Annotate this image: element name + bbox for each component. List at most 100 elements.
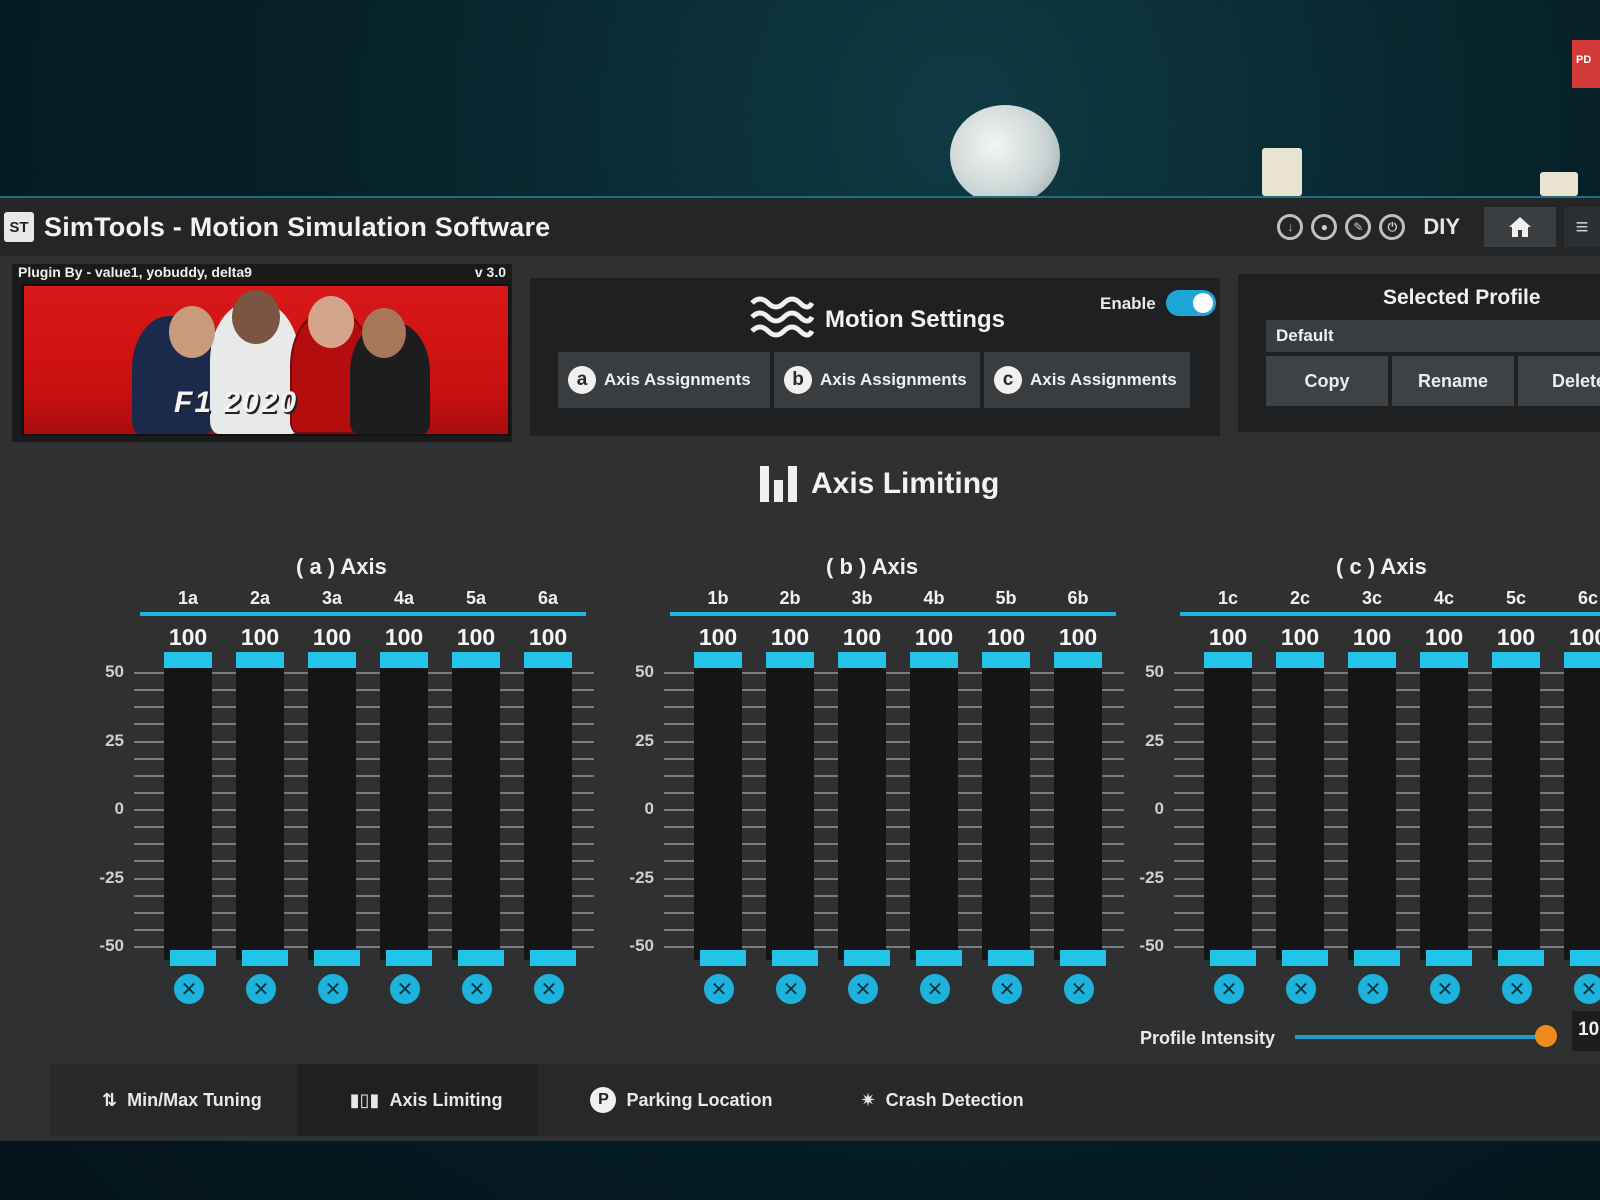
axis-limit-bar[interactable] [1348, 658, 1396, 960]
download-icon[interactable]: ↓ [1277, 214, 1304, 240]
axis-limit-min-handle[interactable] [242, 950, 288, 966]
axis-limit-max-handle[interactable] [1204, 652, 1252, 668]
profile-select[interactable]: Default [1266, 320, 1600, 352]
axis-limit-max-handle[interactable] [164, 652, 212, 668]
reset-axis-icon[interactable]: ✕ [1214, 974, 1244, 1004]
axis-limit-bar[interactable] [236, 658, 284, 960]
desktop-file-icon[interactable] [1262, 148, 1302, 196]
reset-axis-icon[interactable]: ✕ [462, 974, 492, 1004]
axis-limit-bar[interactable] [1054, 658, 1102, 960]
axis-limit-value[interactable]: 100 [970, 624, 1042, 651]
axis-limit-bar[interactable] [164, 658, 212, 960]
desktop-folder-icon[interactable] [1540, 172, 1578, 196]
axis-limit-value[interactable]: 100 [1408, 624, 1480, 651]
axis-limit-value[interactable]: 100 [826, 624, 898, 651]
axis-limit-min-handle[interactable] [1426, 950, 1472, 966]
axis-limit-value[interactable]: 100 [754, 624, 826, 651]
axis-limit-min-handle[interactable] [700, 950, 746, 966]
axis-limit-min-handle[interactable] [386, 950, 432, 966]
reset-axis-icon[interactable]: ✕ [1286, 974, 1316, 1004]
axis-limit-min-handle[interactable] [458, 950, 504, 966]
axis-limit-bar[interactable] [1564, 658, 1600, 960]
axis-limit-bar[interactable] [308, 658, 356, 960]
axis-limit-min-handle[interactable] [772, 950, 818, 966]
reset-axis-icon[interactable]: ✕ [848, 974, 878, 1004]
axis-limit-value[interactable]: 100 [296, 624, 368, 651]
axis-limit-value[interactable]: 100 [1552, 624, 1600, 651]
axis-limit-min-handle[interactable] [530, 950, 576, 966]
axis-limit-value[interactable]: 100 [1480, 624, 1552, 651]
axis-limit-max-handle[interactable] [1276, 652, 1324, 668]
profile-intensity-slider[interactable] [1295, 1035, 1545, 1039]
axis-limit-min-handle[interactable] [988, 950, 1034, 966]
axis-limit-value[interactable]: 100 [1042, 624, 1114, 651]
axis-limit-min-handle[interactable] [844, 950, 890, 966]
axis-limit-bar[interactable] [1276, 658, 1324, 960]
reset-axis-icon[interactable]: ✕ [318, 974, 348, 1004]
axis-limit-bar[interactable] [838, 658, 886, 960]
reset-axis-icon[interactable]: ✕ [246, 974, 276, 1004]
axis-limit-bar[interactable] [910, 658, 958, 960]
reset-axis-icon[interactable]: ✕ [174, 974, 204, 1004]
reset-axis-icon[interactable]: ✕ [992, 974, 1022, 1004]
axis-limit-max-handle[interactable] [982, 652, 1030, 668]
axis-limit-value[interactable]: 100 [152, 624, 224, 651]
tab-axis-limiting[interactable]: ▮▯▮ Axis Limiting [297, 1064, 539, 1136]
tab-parking-location[interactable]: P Parking Location [538, 1064, 808, 1136]
reset-axis-icon[interactable]: ✕ [1430, 974, 1460, 1004]
power-icon[interactable]: ⏻ [1379, 214, 1406, 240]
reset-axis-icon[interactable]: ✕ [390, 974, 420, 1004]
axis-limit-min-handle[interactable] [1282, 950, 1328, 966]
axis-assignments-c-button[interactable]: c Axis Assignments [984, 352, 1190, 408]
axis-limit-max-handle[interactable] [766, 652, 814, 668]
axis-limit-value[interactable]: 100 [440, 624, 512, 651]
axis-limit-value[interactable]: 100 [1264, 624, 1336, 651]
axis-limit-value[interactable]: 100 [1192, 624, 1264, 651]
axis-limit-max-handle[interactable] [1492, 652, 1540, 668]
axis-limit-min-handle[interactable] [1570, 950, 1600, 966]
tab-crash-detection[interactable]: ✷ Crash Detection [809, 1064, 1060, 1136]
axis-limit-max-handle[interactable] [452, 652, 500, 668]
reset-axis-icon[interactable]: ✕ [1574, 974, 1600, 1004]
copy-profile-button[interactable]: Copy [1266, 356, 1388, 406]
tab-min-max-tuning[interactable]: ⇅ Min/Max Tuning [50, 1064, 298, 1136]
axis-limit-max-handle[interactable] [910, 652, 958, 668]
axis-limit-bar[interactable] [524, 658, 572, 960]
axis-limit-value[interactable]: 100 [512, 624, 584, 651]
reset-axis-icon[interactable]: ✕ [1358, 974, 1388, 1004]
axis-limit-bar[interactable] [452, 658, 500, 960]
axis-limit-bar[interactable] [694, 658, 742, 960]
home-button[interactable] [1484, 207, 1556, 247]
axis-limit-max-handle[interactable] [1348, 652, 1396, 668]
axis-limit-max-handle[interactable] [380, 652, 428, 668]
edit-icon[interactable]: ✎ [1345, 214, 1372, 240]
axis-limit-value[interactable]: 100 [368, 624, 440, 651]
axis-assignments-b-button[interactable]: b Axis Assignments [774, 352, 980, 408]
profile-intensity-value[interactable]: 10 [1572, 1011, 1600, 1051]
axis-limit-min-handle[interactable] [1498, 950, 1544, 966]
reset-axis-icon[interactable]: ✕ [1064, 974, 1094, 1004]
axis-limit-bar[interactable] [380, 658, 428, 960]
desktop-pdf-icon[interactable]: PD [1572, 40, 1600, 88]
axis-limit-min-handle[interactable] [1354, 950, 1400, 966]
reset-axis-icon[interactable]: ✕ [1502, 974, 1532, 1004]
axis-limit-max-handle[interactable] [838, 652, 886, 668]
axis-limit-value[interactable]: 100 [682, 624, 754, 651]
axis-limit-min-handle[interactable] [314, 950, 360, 966]
axis-limit-max-handle[interactable] [694, 652, 742, 668]
axis-limit-max-handle[interactable] [308, 652, 356, 668]
axis-limit-min-handle[interactable] [916, 950, 962, 966]
axis-limit-max-handle[interactable] [524, 652, 572, 668]
reset-axis-icon[interactable]: ✕ [534, 974, 564, 1004]
axis-limit-value[interactable]: 100 [224, 624, 296, 651]
reset-axis-icon[interactable]: ✕ [776, 974, 806, 1004]
axis-limit-bar[interactable] [1420, 658, 1468, 960]
reset-axis-icon[interactable]: ✕ [920, 974, 950, 1004]
axis-limit-min-handle[interactable] [170, 950, 216, 966]
diy-button[interactable]: DIY [1423, 214, 1460, 240]
axis-limit-value[interactable]: 100 [1336, 624, 1408, 651]
axis-limit-bar[interactable] [1492, 658, 1540, 960]
axis-assignments-a-button[interactable]: a Axis Assignments [558, 352, 770, 408]
axis-limit-max-handle[interactable] [1564, 652, 1600, 668]
axis-limit-value[interactable]: 100 [898, 624, 970, 651]
